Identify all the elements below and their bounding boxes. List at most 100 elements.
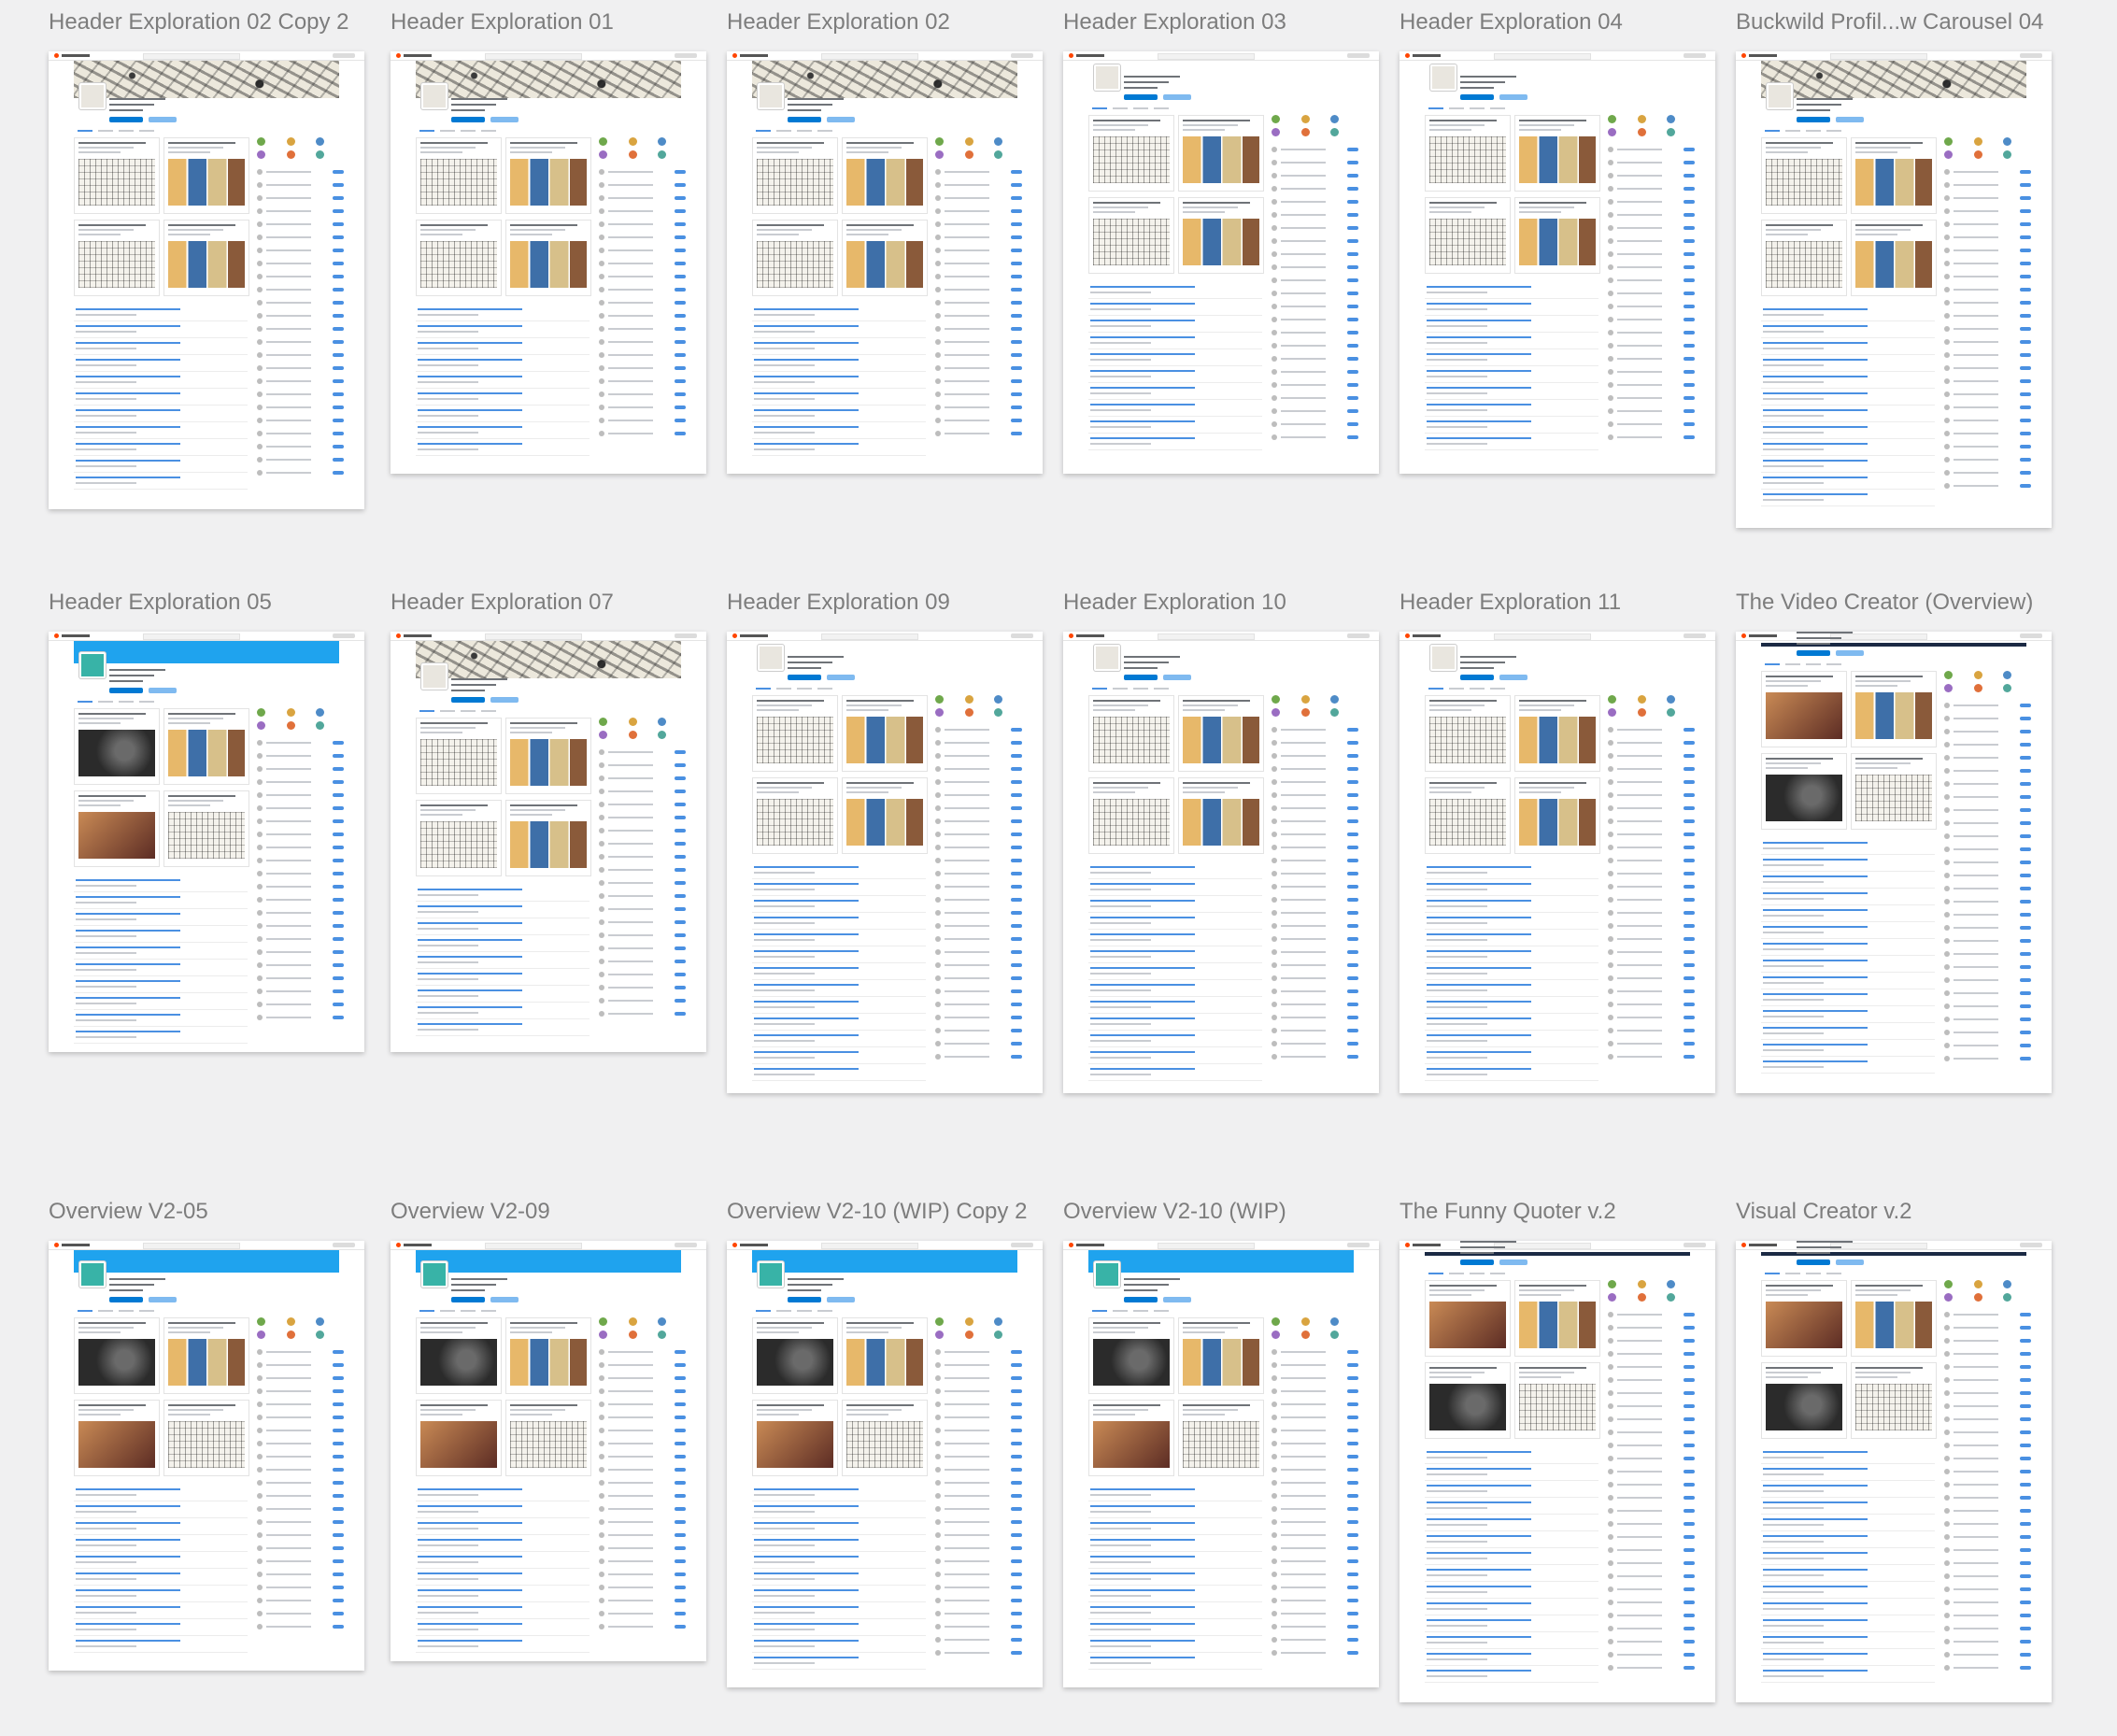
community-name[interactable] — [1281, 1613, 1326, 1615]
community-name[interactable] — [608, 236, 653, 238]
community-name[interactable] — [608, 1377, 653, 1379]
community-name[interactable] — [945, 873, 989, 875]
join-button[interactable] — [675, 222, 686, 226]
feed-row[interactable] — [752, 981, 926, 997]
featured-post-card[interactable] — [1514, 115, 1600, 192]
profile-tab[interactable] — [1826, 663, 1841, 665]
feed-row-title[interactable] — [418, 1488, 522, 1490]
community-name[interactable] — [1954, 380, 1998, 382]
join-button[interactable] — [1011, 1416, 1022, 1419]
community-name[interactable] — [1281, 977, 1326, 979]
community-name[interactable] — [1281, 794, 1326, 796]
join-button[interactable] — [675, 301, 686, 305]
join-button[interactable] — [1347, 1507, 1358, 1511]
join-button[interactable] — [1684, 950, 1695, 954]
artboard-frame[interactable] — [727, 51, 1043, 474]
post-thumbnail[interactable] — [420, 739, 497, 786]
community-name[interactable] — [1617, 1562, 1662, 1564]
community-name[interactable] — [1281, 1377, 1326, 1379]
login-button[interactable] — [1684, 1243, 1706, 1247]
feed-row[interactable] — [1088, 1654, 1262, 1670]
feed-row[interactable] — [1425, 1566, 1598, 1582]
community-name[interactable] — [945, 1508, 989, 1510]
join-button[interactable] — [1684, 872, 1695, 875]
post-thumbnail[interactable] — [1093, 219, 1170, 265]
artboard[interactable]: Overview V2-09 — [391, 1199, 706, 1661]
feed-row[interactable] — [416, 1620, 590, 1636]
feed-row-title[interactable] — [1427, 866, 1531, 868]
join-button[interactable] — [1684, 396, 1695, 400]
join-button[interactable] — [2020, 1653, 2031, 1657]
community-name[interactable] — [1954, 1628, 1998, 1629]
community-name[interactable] — [266, 1351, 311, 1353]
post-thumbnail[interactable] — [846, 159, 923, 206]
artboard[interactable]: Header Exploration 07 — [391, 590, 706, 1052]
feed-row-title[interactable] — [1090, 950, 1195, 952]
join-button[interactable] — [333, 950, 344, 954]
feed-row-title[interactable] — [76, 913, 180, 915]
feed-row[interactable] — [1761, 306, 1935, 321]
feed-row[interactable] — [416, 406, 590, 422]
artboard-frame[interactable] — [1063, 1241, 1379, 1687]
join-button[interactable] — [1011, 366, 1022, 370]
profile-tab[interactable] — [481, 710, 496, 712]
feed-row[interactable] — [1425, 1600, 1598, 1615]
post-thumbnail[interactable] — [757, 1421, 833, 1468]
profile-tab[interactable] — [1449, 688, 1464, 690]
community-name[interactable] — [1281, 820, 1326, 822]
feed-row[interactable] — [752, 914, 926, 930]
join-button[interactable] — [1011, 728, 1022, 732]
artboard-frame[interactable] — [1736, 1241, 2052, 1702]
reddit-logo-icon[interactable] — [54, 1243, 59, 1247]
feed-row-title[interactable] — [418, 1589, 522, 1591]
join-button[interactable] — [675, 314, 686, 318]
feed-row-title[interactable] — [1427, 1451, 1531, 1453]
feed-row[interactable] — [1425, 1499, 1598, 1515]
artboard-title[interactable]: Header Exploration 02 Copy 2 — [49, 9, 349, 36]
featured-post-card[interactable] — [74, 137, 160, 214]
feed-row-title[interactable] — [754, 1556, 859, 1558]
community-name[interactable] — [1281, 1600, 1326, 1601]
featured-post-card[interactable] — [1514, 695, 1600, 772]
profile-avatar[interactable] — [1430, 64, 1456, 91]
community-name[interactable] — [266, 328, 311, 330]
join-button[interactable] — [1684, 1430, 1695, 1434]
join-button[interactable] — [675, 973, 686, 976]
join-button[interactable] — [2020, 939, 2031, 943]
join-button[interactable] — [1347, 292, 1358, 295]
join-button[interactable] — [333, 471, 344, 475]
feed-row[interactable] — [74, 457, 248, 473]
join-button[interactable] — [333, 1559, 344, 1563]
post-thumbnail[interactable] — [1519, 219, 1596, 265]
feed-row-title[interactable] — [1427, 1034, 1531, 1036]
community-name[interactable] — [1281, 1430, 1326, 1431]
join-button[interactable] — [675, 894, 686, 898]
join-button[interactable] — [1684, 780, 1695, 784]
artboard[interactable]: Visual Creator v.2 — [1736, 1199, 2052, 1702]
feed-row[interactable] — [416, 1536, 590, 1552]
feed-row-title[interactable] — [1427, 984, 1531, 986]
feed-row-title[interactable] — [1090, 1556, 1195, 1558]
join-button[interactable] — [675, 829, 686, 832]
join-button[interactable] — [2020, 952, 2031, 956]
reddit-logo-icon[interactable] — [396, 1243, 401, 1247]
community-name[interactable] — [1954, 1523, 1998, 1525]
feed-row-title[interactable] — [1763, 892, 1868, 894]
featured-post-card[interactable] — [1178, 115, 1264, 192]
community-name[interactable] — [1281, 397, 1326, 399]
join-button[interactable] — [675, 1455, 686, 1459]
community-name[interactable] — [1617, 1588, 1662, 1590]
profile-tab[interactable] — [481, 130, 496, 132]
join-button[interactable] — [1347, 754, 1358, 758]
join-button[interactable] — [1347, 1016, 1358, 1019]
chat-button[interactable] — [827, 1297, 855, 1302]
feed-row-title[interactable] — [1427, 917, 1531, 918]
feed-row[interactable] — [74, 423, 248, 439]
post-thumbnail[interactable] — [757, 241, 833, 288]
feed-row-title[interactable] — [1427, 303, 1531, 305]
feed-row-title[interactable] — [1427, 900, 1531, 902]
community-name[interactable] — [1617, 175, 1662, 177]
community-name[interactable] — [945, 171, 989, 173]
reddit-logo-icon[interactable] — [1069, 633, 1073, 638]
feed-row-title[interactable] — [1090, 967, 1195, 969]
